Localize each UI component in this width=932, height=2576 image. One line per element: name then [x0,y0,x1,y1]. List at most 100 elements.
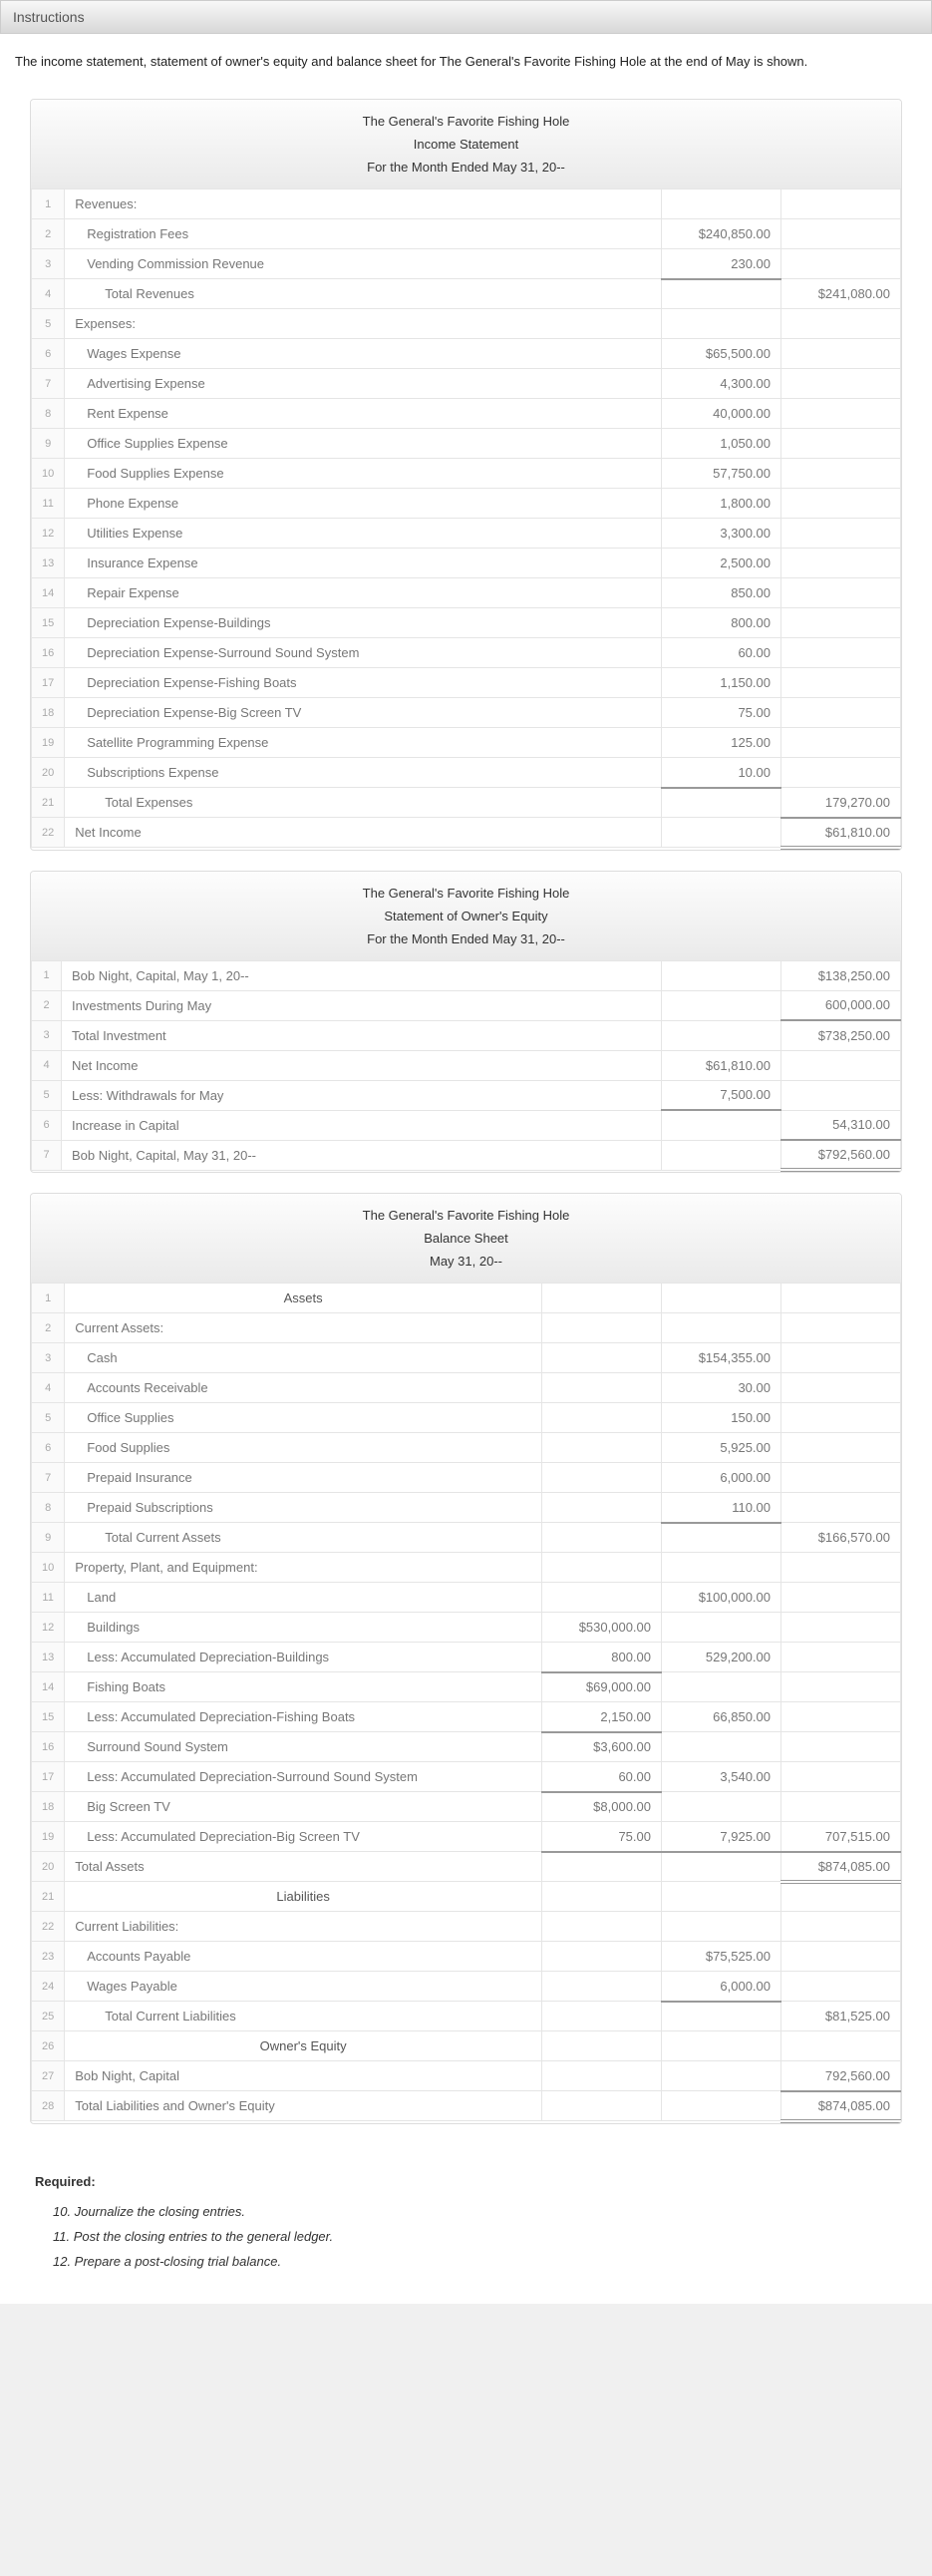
row-label: Less: Accumulated Depreciation-Big Scree… [65,1822,542,1852]
row-label: Food Supplies [65,1433,542,1463]
row-amount: 6,000.00 [662,1972,781,2002]
row-label: Repair Expense [65,578,662,608]
section-head: Liabilities [65,1882,542,1912]
row-amount: 1,150.00 [662,668,781,698]
row-label: Subscriptions Expense [65,758,662,788]
row-amount: 850.00 [662,578,781,608]
row-amount: 5,925.00 [662,1433,781,1463]
row-label: Investments During May [62,990,662,1020]
row-label: Accounts Receivable [65,1373,542,1403]
row-label: Depreciation Expense-Big Screen TV [65,698,662,728]
row-amount: 800.00 [662,608,781,638]
row-amount: $81,525.00 [781,2002,901,2031]
row-amount: $75,525.00 [662,1942,781,1972]
row-amount: 529,200.00 [662,1643,781,1672]
row-amount: $61,810.00 [781,818,901,848]
row-amount: 66,850.00 [662,1702,781,1732]
row-amount: $530,000.00 [542,1613,662,1643]
row-amount: 75.00 [662,698,781,728]
row-label: Bob Night, Capital, May 1, 20-- [62,960,662,990]
row-amount: 125.00 [662,728,781,758]
row-label: Buildings [65,1613,542,1643]
row-label: Total Current Assets [65,1523,542,1553]
row-amount: 57,750.00 [662,459,781,489]
row-amount: 150.00 [662,1403,781,1433]
row-amount: $166,570.00 [781,1523,901,1553]
row-amount: 600,000.00 [781,990,901,1020]
company-name: The General's Favorite Fishing Hole [31,882,901,905]
row-label: Increase in Capital [62,1110,662,1140]
instructions-header: Instructions [0,0,932,34]
row-amount: $874,085.00 [781,1852,901,1882]
statement-period: For the Month Ended May 31, 20-- [31,927,901,950]
company-name: The General's Favorite Fishing Hole [31,1204,901,1227]
section-head: Owner's Equity [65,2031,542,2061]
row-label: Total Current Liabilities [65,2002,542,2031]
statement-title: Statement of Owner's Equity [31,905,901,927]
section-head: Assets [65,1284,542,1313]
row-label: Property, Plant, and Equipment: [65,1553,542,1583]
row-label: Less: Accumulated Depreciation-Buildings [65,1643,542,1672]
row-amount: 54,310.00 [781,1110,901,1140]
statement-title: Income Statement [31,133,901,156]
row-label: Office Supplies Expense [65,429,662,459]
row-label: Total Revenues [65,279,662,309]
row-amount: 110.00 [662,1493,781,1523]
balance-table: 1Assets 2Current Assets: 3Cash$154,355.0… [31,1283,901,2123]
row-amount: 7,500.00 [662,1080,781,1110]
row-amount: $792,560.00 [781,1140,901,1170]
row-label: Depreciation Expense-Surround Sound Syst… [65,638,662,668]
row-label: Insurance Expense [65,549,662,578]
row-label: Less: Accumulated Depreciation-Fishing B… [65,1702,542,1732]
row-label: Wages Payable [65,1972,542,2002]
balance-header: The General's Favorite Fishing Hole Bala… [31,1194,901,1283]
row-amount: 10.00 [662,758,781,788]
row-label: Total Investment [62,1020,662,1050]
required-title: Required: [35,2174,897,2189]
row-amount: $874,085.00 [781,2091,901,2121]
row-label: Bob Night, Capital [65,2061,542,2091]
row-label: Expenses: [65,309,662,339]
row-amount: $8,000.00 [542,1792,662,1822]
row-amount: 1,050.00 [662,429,781,459]
income-header: The General's Favorite Fishing Hole Inco… [31,100,901,188]
required-section: Required: 10. Journalize the closing ent… [0,2144,932,2304]
row-amount: $61,810.00 [662,1050,781,1080]
required-item: 12. Prepare a post-closing trial balance… [35,2249,897,2274]
row-amount: $100,000.00 [662,1583,781,1613]
row-label: Land [65,1583,542,1613]
row-label: Less: Withdrawals for May [62,1080,662,1110]
row-label: Total Assets [65,1852,542,1882]
row-label: Depreciation Expense-Fishing Boats [65,668,662,698]
income-table: 1Revenues: 2Registration Fees$240,850.00… [31,188,901,850]
row-label: Accounts Payable [65,1942,542,1972]
row-label: Fishing Boats [65,1672,542,1702]
row-amount: 3,540.00 [662,1762,781,1792]
row-label: Net Income [62,1050,662,1080]
row-label: Net Income [65,818,662,848]
row-amount: $138,250.00 [781,960,901,990]
row-amount: $738,250.00 [781,1020,901,1050]
statement-title: Balance Sheet [31,1227,901,1250]
row-label: Total Expenses [65,788,662,818]
statement-period: For the Month Ended May 31, 20-- [31,156,901,179]
row-amount: 4,300.00 [662,369,781,399]
row-amount: 2,500.00 [662,549,781,578]
intro-text: The income statement, statement of owner… [0,34,932,89]
row-amount: $65,500.00 [662,339,781,369]
row-amount: $240,850.00 [662,219,781,249]
row-amount: 75.00 [542,1822,662,1852]
row-amount: 792,560.00 [781,2061,901,2091]
row-amount: $241,080.00 [781,279,901,309]
row-amount: 60.00 [542,1762,662,1792]
income-statement: The General's Favorite Fishing Hole Inco… [30,99,902,851]
balance-sheet: The General's Favorite Fishing Hole Bala… [30,1193,902,2124]
row-amount: 2,150.00 [542,1702,662,1732]
row-label: Prepaid Insurance [65,1463,542,1493]
row-amount: 230.00 [662,249,781,279]
row-label: Registration Fees [65,219,662,249]
row-amount: 179,270.00 [781,788,901,818]
row-amount: 40,000.00 [662,399,781,429]
row-amount: 60.00 [662,638,781,668]
row-label: Prepaid Subscriptions [65,1493,542,1523]
